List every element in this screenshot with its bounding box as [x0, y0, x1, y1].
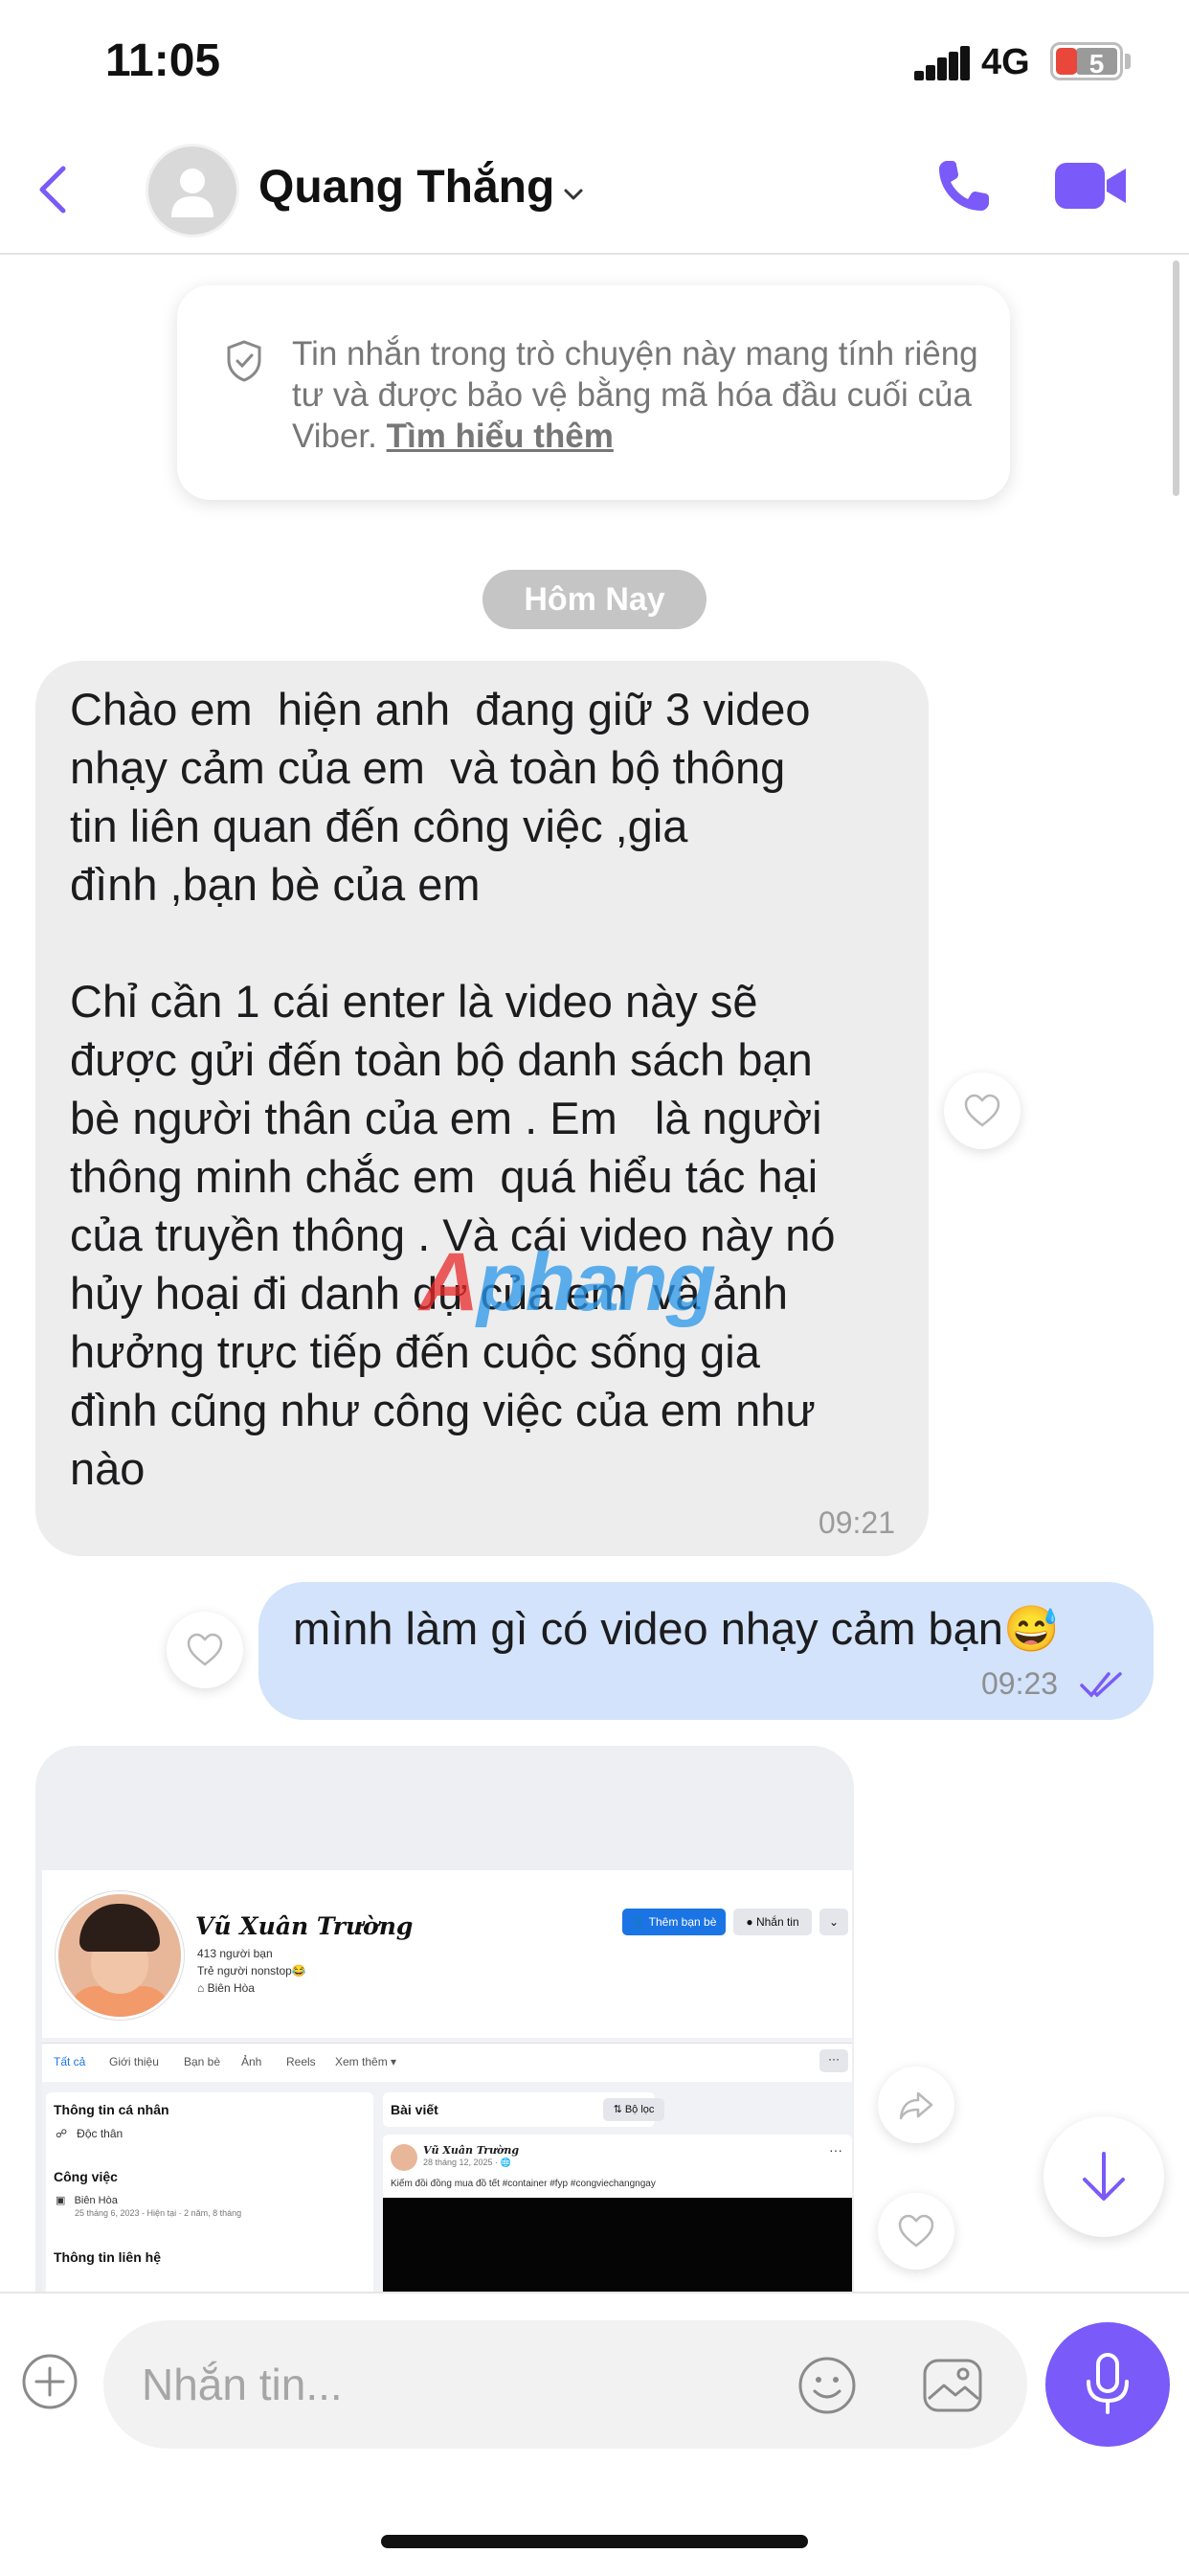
post-date: 28 tháng 12, 2025 · 🌐	[423, 2158, 511, 2167]
learn-more-link[interactable]: Tìm hiểu thêm	[387, 418, 614, 455]
post-more-icon: ···	[829, 2142, 842, 2158]
scroll-to-bottom-button[interactable]	[1043, 2116, 1164, 2237]
profile-intro-card: Thông tin cá nhân ☍ Độc thân Công việc ▣…	[46, 2092, 373, 2292]
date-separator: Hôm Nay	[482, 570, 707, 629]
video-call-icon[interactable]	[1053, 157, 1130, 215]
post-card: Vũ Xuân Trường 28 tháng 12, 2025 · 🌐 ···…	[383, 2135, 852, 2292]
gallery-sticker-icon[interactable]	[921, 2355, 984, 2416]
work-title: Công việc	[54, 2169, 118, 2184]
profile-screenshot: Vũ Xuân Trường 413 người bạn Trẻ người n…	[42, 1870, 852, 2292]
profile-location: ⌂ Biên Hòa	[197, 1981, 255, 1995]
like-heart-icon[interactable]	[944, 1073, 1021, 1149]
tabs-more-icon: ···	[819, 2049, 848, 2072]
shield-icon	[225, 339, 263, 383]
notice-text: Tin nhắn trong trò chuyện này mang tính …	[292, 333, 981, 457]
add-attachment-icon[interactable]	[21, 2353, 79, 2410]
message-time: 09:23	[981, 1666, 1059, 1701]
emoji-icon[interactable]	[796, 2355, 858, 2416]
intro-title: Thông tin cá nhân	[54, 2102, 169, 2117]
posts-filter-wrap: ⇅ Bộ lọc	[383, 2092, 664, 2127]
encryption-notice: Tin nhắn trong trò chuyện này mang tính …	[177, 285, 1010, 500]
message-button: ● Nhắn tin	[733, 1909, 812, 1935]
profile-tabs: Tất cả Giới thiệu Bạn bè Ảnh Reels Xem t…	[42, 2043, 852, 2082]
work-date: 25 tháng 6, 2023 - Hiện tại · 2 năm, 8 t…	[75, 2208, 242, 2218]
message-time: 09:21	[818, 1505, 895, 1540]
network-type: 4G	[981, 42, 1030, 82]
image-message[interactable]: Vũ Xuân Trường 413 người bạn Trẻ người n…	[35, 1746, 854, 2292]
profile-tab: Ảnh	[241, 2055, 262, 2068]
more-chevron-icon: ⌄	[819, 1909, 848, 1935]
battery-fill	[1056, 48, 1077, 75]
message-input-bar: Nhắn tin...	[0, 2292, 1189, 2576]
profile-name: Vũ Xuân Trường	[195, 1912, 414, 1940]
work-place: ▣ Biên Hòa	[56, 2195, 118, 2206]
watermark-logo: Aphang	[419, 1236, 716, 1328]
outgoing-message-bubble[interactable]: mình làm gì có video nhạy cảm bạn😅 09:23	[258, 1582, 1154, 1720]
cellular-signal-icon	[914, 46, 970, 80]
post-author: Vũ Xuân Trường	[423, 2144, 520, 2157]
contact-avatar[interactable]	[146, 144, 239, 237]
read-receipt-icon	[1080, 1668, 1126, 1701]
battery-cap	[1125, 54, 1131, 69]
voice-message-button[interactable]	[1045, 2322, 1170, 2447]
status-time: 11:05	[105, 35, 221, 86]
battery-level: 5	[1076, 48, 1117, 79]
phone-call-icon[interactable]	[933, 155, 995, 216]
microphone-icon	[1087, 2353, 1129, 2414]
message-text: mình làm gì có video nhạy cảm bạn😅	[293, 1603, 1060, 1654]
chevron-down-icon[interactable]	[561, 182, 586, 207]
chat-header: Quang Thắng	[0, 124, 1189, 255]
profile-tab: Giới thiệu	[109, 2055, 159, 2068]
contact-title: Thông tin liên hệ	[54, 2249, 161, 2265]
add-friend-button: 👤 Thêm bạn bè	[622, 1909, 726, 1935]
incoming-message-bubble[interactable]: Chào em hiện anh đang giữ 3 video nhạy c…	[35, 661, 929, 1556]
home-indicator	[381, 2535, 808, 2548]
post-author-avatar	[391, 2144, 417, 2171]
relationship-status: ☍ Độc thân	[56, 2127, 123, 2140]
profile-tab: Xem thêm ▾	[335, 2055, 397, 2068]
profile-tab: Tất cả	[54, 2055, 86, 2068]
profile-avatar	[56, 1891, 184, 2020]
profile-tab: Bạn bè	[184, 2055, 221, 2068]
profile-header: Vũ Xuân Trường 413 người bạn Trẻ người n…	[42, 1870, 852, 2038]
like-heart-icon-image[interactable]	[878, 2193, 954, 2270]
filter-button: ⇅ Bộ lọc	[603, 2098, 664, 2121]
profile-tab: Reels	[286, 2055, 316, 2068]
message-input[interactable]: Nhắn tin...	[103, 2320, 1027, 2449]
message-text: Chào em hiện anh đang giữ 3 video nhạy c…	[70, 684, 836, 1494]
post-text: Kiếm đồi đồng mua đồ tết #container #fyp…	[391, 2179, 656, 2189]
back-arrow-icon[interactable]	[29, 163, 82, 216]
contact-name[interactable]: Quang Thắng	[258, 161, 554, 214]
like-heart-icon-outgoing[interactable]	[167, 1612, 243, 1688]
profile-friends: 413 người bạn	[197, 1947, 273, 1960]
battery-icon: 5	[1050, 42, 1123, 80]
profile-bio: Trẻ người nonstop😂	[197, 1964, 306, 1977]
post-video-thumbnail	[383, 2198, 852, 2292]
arrow-down-icon	[1083, 2152, 1125, 2201]
chat-scrollbar[interactable]	[1173, 260, 1179, 496]
forward-share-icon[interactable]	[878, 2067, 954, 2143]
input-placeholder: Nhắn tin...	[142, 2360, 343, 2409]
